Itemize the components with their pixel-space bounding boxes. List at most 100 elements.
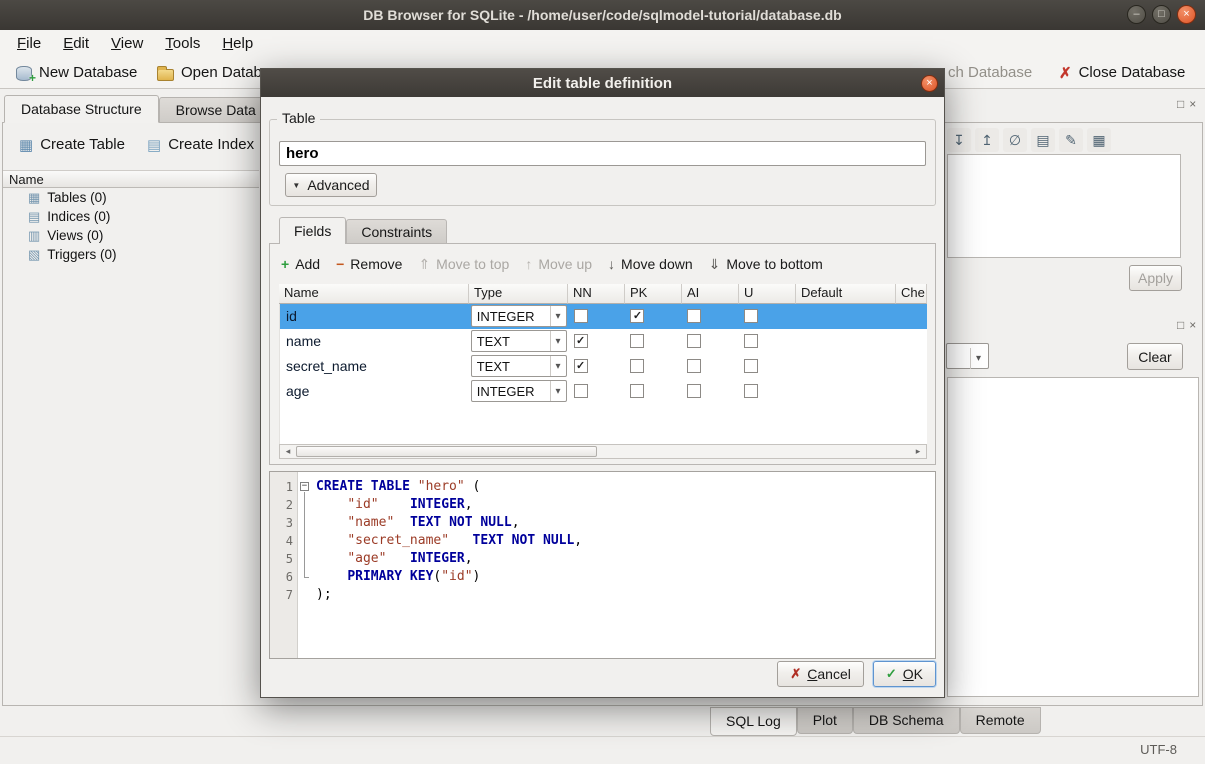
checkbox-ai-unchecked[interactable] (687, 334, 701, 348)
checkbox-ai-unchecked[interactable] (687, 309, 701, 323)
tab-fields[interactable]: Fields (279, 217, 346, 244)
checkbox-nn-checked[interactable]: ✓ (574, 359, 588, 373)
field-row-id[interactable]: idINTEGER▾✓ (280, 304, 927, 329)
action-remove[interactable]: −Remove (336, 256, 402, 272)
dock-float-icon[interactable]: □ (1177, 97, 1184, 111)
tree-header-name[interactable]: Name (3, 170, 259, 188)
attach-database-label[interactable]: ch Database (948, 64, 1032, 81)
tab-browse-data[interactable]: Browse Data (159, 97, 273, 123)
bottom-tab-remote[interactable]: Remote (960, 707, 1041, 734)
export-icon[interactable]: ↥ (975, 128, 999, 152)
scroll-left-icon[interactable]: ◂ (281, 445, 295, 458)
cancel-button[interactable]: ✗ Cancel (777, 661, 864, 687)
column-header-che[interactable]: Che (896, 284, 927, 304)
action-move-up[interactable]: ↑Move up (525, 256, 592, 272)
scrollbar-thumb[interactable] (296, 446, 597, 457)
close-database-button[interactable]: ✗ Close Database (1054, 59, 1190, 86)
import-icon[interactable]: ↧ (947, 128, 971, 152)
checkbox-nn-checked[interactable]: ✓ (574, 334, 588, 348)
cell-editor-textarea[interactable] (947, 154, 1181, 258)
column-header-default[interactable]: Default (796, 284, 896, 304)
edit-icon[interactable]: ✎ (1059, 128, 1083, 152)
log-filter-combo[interactable]: ▾ (946, 343, 989, 369)
bottom-tab-plot[interactable]: Plot (797, 707, 853, 734)
action-move-to-bottom[interactable]: ⇓Move to bottom (709, 256, 823, 273)
field-type-combo[interactable]: TEXT▾ (471, 330, 567, 352)
apply-button[interactable]: Apply (1129, 265, 1182, 291)
sql-log-area[interactable] (947, 377, 1199, 697)
action-add[interactable]: +Add (281, 256, 320, 272)
tree-item-views[interactable]: ▥Views (0) (3, 226, 259, 245)
column-header-pk[interactable]: PK (625, 284, 682, 304)
fields-table-hscrollbar[interactable]: ◂ ▸ (279, 444, 927, 459)
dock-close-icon[interactable]: × (1189, 97, 1196, 111)
dock-close-icon[interactable]: × (1189, 318, 1196, 332)
action-move-to-top[interactable]: ⇑Move to top (418, 256, 509, 273)
menu-edit[interactable]: Edit (52, 32, 100, 55)
column-header-type[interactable]: Type (469, 284, 568, 304)
table-name-input[interactable] (279, 141, 926, 166)
menu-tools[interactable]: Tools (154, 32, 211, 55)
field-row-name[interactable]: nameTEXT▾✓ (280, 329, 927, 354)
field-row-age[interactable]: ageINTEGER▾ (280, 379, 927, 404)
field-row-secret-name[interactable]: secret_nameTEXT▾✓ (280, 354, 927, 379)
sql-line-numbers: 1234567 (270, 472, 298, 658)
field-nn-cell: ✓ (569, 329, 626, 354)
menu-help[interactable]: Help (211, 32, 264, 55)
set-null-icon[interactable]: ∅ (1003, 128, 1027, 152)
tree-item-triggers[interactable]: ▧Triggers (0) (3, 245, 259, 264)
checkbox-u-unchecked[interactable] (744, 309, 758, 323)
field-type-combo[interactable]: INTEGER▾ (471, 305, 567, 327)
menu-file[interactable]: File (6, 32, 52, 55)
advanced-toggle-button[interactable]: ▼ Advanced (285, 173, 377, 197)
sql-preview[interactable]: 1234567 − CREATE TABLE "hero" ( "id" INT… (269, 471, 936, 659)
checkbox-u-unchecked[interactable] (744, 334, 758, 348)
dialog-button-row: ✗ Cancel ✓ OK (261, 661, 936, 687)
tree-item-label: Indices (0) (47, 209, 110, 224)
fold-guide-line (304, 492, 305, 577)
dialog-close-icon[interactable]: × (921, 75, 938, 92)
create-table-button[interactable]: ▦ Create Table (14, 131, 130, 158)
ok-button[interactable]: ✓ OK (873, 661, 936, 687)
tab-database-structure[interactable]: Database Structure (4, 95, 159, 123)
close-database-label: Close Database (1079, 64, 1186, 81)
bottom-tab-sql-log[interactable]: SQL Log (710, 707, 797, 736)
tree-item-indices[interactable]: ▤Indices (0) (3, 207, 259, 226)
column-header-name[interactable]: Name (279, 284, 469, 304)
maximize-icon[interactable]: □ (1152, 5, 1171, 24)
grid-icon[interactable]: ▦ (1087, 128, 1111, 152)
field-type-combo[interactable]: INTEGER▾ (471, 380, 567, 402)
checkbox-nn-unchecked[interactable] (574, 384, 588, 398)
minimize-icon[interactable]: – (1127, 5, 1146, 24)
tab-constraints[interactable]: Constraints (346, 219, 447, 244)
scroll-right-icon[interactable]: ▸ (911, 445, 925, 458)
menu-view[interactable]: View (100, 32, 154, 55)
window-titlebar[interactable]: DB Browser for SQLite - /home/user/code/… (0, 0, 1205, 30)
checkbox-nn-unchecked[interactable] (574, 309, 588, 323)
new-database-label: New Database (39, 64, 137, 81)
new-database-button[interactable]: + New Database (10, 59, 142, 86)
checkbox-pk-unchecked[interactable] (630, 334, 644, 348)
create-index-button[interactable]: ▤ Create Index (142, 131, 259, 158)
field-check-cell (896, 329, 927, 354)
checkbox-u-unchecked[interactable] (744, 359, 758, 373)
dialog-titlebar[interactable]: Edit table definition × (261, 69, 944, 97)
column-header-u[interactable]: U (739, 284, 796, 304)
close-icon[interactable]: × (1177, 5, 1196, 24)
dock-float-icon[interactable]: □ (1177, 318, 1184, 332)
checkbox-pk-unchecked[interactable] (630, 359, 644, 373)
column-header-ai[interactable]: AI (682, 284, 739, 304)
text-mode-icon[interactable]: ▤ (1031, 128, 1055, 152)
checkbox-ai-unchecked[interactable] (687, 359, 701, 373)
checkbox-pk-checked[interactable]: ✓ (630, 309, 644, 323)
clear-button[interactable]: Clear (1127, 343, 1183, 370)
checkbox-u-unchecked[interactable] (744, 384, 758, 398)
bottom-tab-db-schema[interactable]: DB Schema (853, 707, 960, 734)
checkbox-ai-unchecked[interactable] (687, 384, 701, 398)
tree-item-tables[interactable]: ▦Tables (0) (3, 188, 259, 207)
field-type-combo[interactable]: TEXT▾ (471, 355, 567, 377)
fold-collapse-icon[interactable]: − (300, 482, 309, 491)
column-header-nn[interactable]: NN (568, 284, 625, 304)
checkbox-pk-unchecked[interactable] (630, 384, 644, 398)
action-move-down[interactable]: ↓Move down (608, 256, 693, 272)
